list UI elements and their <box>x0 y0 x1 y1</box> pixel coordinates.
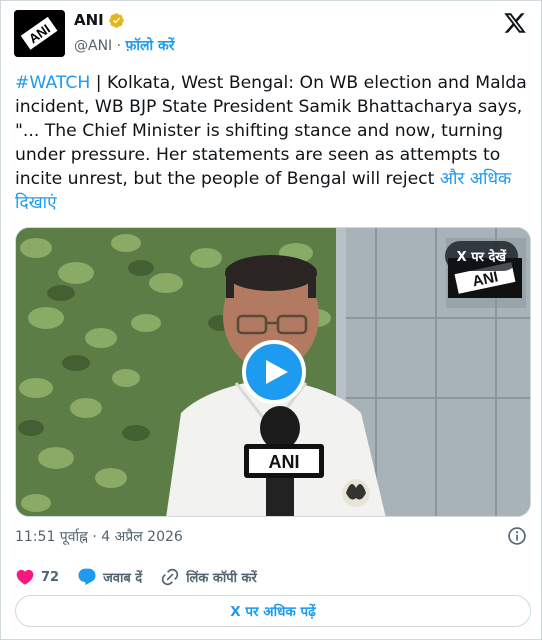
reply-bubble-icon <box>78 568 96 586</box>
play-icon <box>265 360 288 384</box>
copy-link-label: लिंक कॉपी करें <box>186 571 257 586</box>
hashtag-link[interactable]: #WATCH <box>15 73 90 93</box>
play-button[interactable] <box>242 340 306 404</box>
read-more-on-x-button[interactable]: X पर अधिक पढ़ें <box>15 595 531 627</box>
follow-button[interactable]: फ़ॉलो करें <box>126 38 175 54</box>
watch-on-x-button[interactable]: X पर देखें <box>444 241 518 271</box>
author-name[interactable]: ANI <box>74 11 104 29</box>
tweet-timestamp[interactable]: 11:51 पूर्वाह्न · 4 अप्रैल 2026 <box>15 527 183 546</box>
like-button[interactable]: 72 <box>15 567 59 587</box>
tweet-text: #WATCH | Kolkata, West Bengal: On WB ele… <box>15 71 529 215</box>
author-handle[interactable]: @ANI <box>74 38 112 54</box>
author-name-row[interactable]: ANI <box>74 11 125 29</box>
tweet-actions-bar: 72 जवाब दें लिंक कॉपी करें <box>15 566 275 588</box>
reply-label: जवाब दें <box>103 571 143 586</box>
handle-line: @ANI · फ़ॉलो करें <box>74 36 174 55</box>
handle-separator: · <box>116 38 122 54</box>
copy-link-button[interactable]: लिंक कॉपी करें <box>160 567 257 587</box>
video-player[interactable]: ANI ANI X पर देखें <box>15 227 531 517</box>
like-count: 72 <box>41 569 60 585</box>
reply-button[interactable]: जवाब दें <box>77 567 142 587</box>
heart-icon <box>16 569 34 585</box>
tweet-embed-card: ANI ANI @ANI · फ़ॉलो करें #WATCH | Kolka… <box>0 0 542 640</box>
mic-label-text: ANI <box>269 452 300 472</box>
link-icon <box>161 568 179 586</box>
x-logo-icon[interactable] <box>503 11 527 35</box>
author-avatar[interactable]: ANI <box>14 10 65 57</box>
info-icon[interactable] <box>507 526 527 546</box>
verified-badge-icon <box>108 12 125 29</box>
